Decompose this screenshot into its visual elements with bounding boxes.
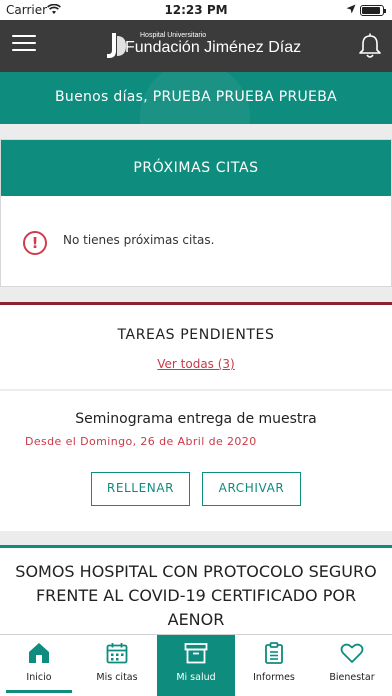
covid-banner[interactable]: SOMOS HOSPITAL CON PROTOCOLO SEGURO FREN… xyxy=(0,545,392,640)
task-date: Desde el Domingo, 26 de Abril de 2020 xyxy=(25,435,257,448)
tab-label: Mis citas xyxy=(96,672,138,683)
calendar-icon xyxy=(106,643,128,664)
box-icon xyxy=(184,643,208,664)
heart-icon xyxy=(340,643,364,663)
tab-label: Mi salud xyxy=(176,672,216,683)
fill-button[interactable]: RELLENAR xyxy=(91,472,190,506)
tab-mi-salud[interactable]: Mi salud xyxy=(157,635,235,696)
task-title: Seminograma entrega de muestra xyxy=(75,411,317,427)
logo-mark-icon xyxy=(107,33,126,58)
alert-icon: ! xyxy=(23,231,47,255)
greeting-text: Buenos días, PRUEBA PRUEBA PRUEBA xyxy=(55,89,337,105)
pending-tasks-title: TAREAS PENDIENTES xyxy=(117,327,275,343)
tab-bienestar[interactable]: Bienestar xyxy=(313,635,391,696)
task-card: Seminograma entrega de muestra Desde el … xyxy=(0,391,392,531)
location-arrow-icon xyxy=(346,4,356,14)
tab-mis-citas[interactable]: Mis citas xyxy=(78,635,156,696)
clipboard-icon xyxy=(265,642,283,664)
bell-icon[interactable] xyxy=(359,33,381,59)
pending-tasks-card: TAREAS PENDIENTES Ver todas (3) xyxy=(0,302,392,389)
active-tab-indicator xyxy=(6,690,72,693)
tab-label: Inicio xyxy=(26,672,52,683)
covid-banner-text: SOMOS HOSPITAL CON PROTOCOLO SEGURO FREN… xyxy=(15,562,377,629)
greeting-banner: Buenos días, PRUEBA PRUEBA PRUEBA xyxy=(0,72,392,124)
battery-icon xyxy=(360,5,386,16)
archive-button[interactable]: ARCHIVAR xyxy=(202,472,301,506)
clock: 12:23 PM xyxy=(164,3,228,17)
bottom-tab-bar: Inicio Mis citas Mi salud Informes Biene… xyxy=(0,634,392,696)
no-appointments-message: No tienes próximas citas. xyxy=(63,233,215,247)
status-bar: Carrier 12:23 PM xyxy=(0,0,392,20)
tab-inicio[interactable]: Inicio xyxy=(0,635,78,696)
tab-label: Bienestar xyxy=(329,672,375,683)
see-all-link[interactable]: Ver todas (3) xyxy=(0,357,392,371)
upcoming-appointments-title: PRÓXIMAS CITAS xyxy=(1,140,391,196)
menu-icon[interactable] xyxy=(12,35,36,55)
home-icon xyxy=(29,643,49,663)
logo-subtitle: Hospital Universitario xyxy=(140,32,207,39)
tab-label: Informes xyxy=(253,672,295,683)
upcoming-appointments-card: PRÓXIMAS CITAS ! No tienes próximas cita… xyxy=(0,139,392,287)
logo-title: Fundación Jiménez Díaz xyxy=(125,39,302,56)
app-header: Hospital Universitario Fundación Jiménez… xyxy=(0,20,392,72)
tab-informes[interactable]: Informes xyxy=(235,635,313,696)
